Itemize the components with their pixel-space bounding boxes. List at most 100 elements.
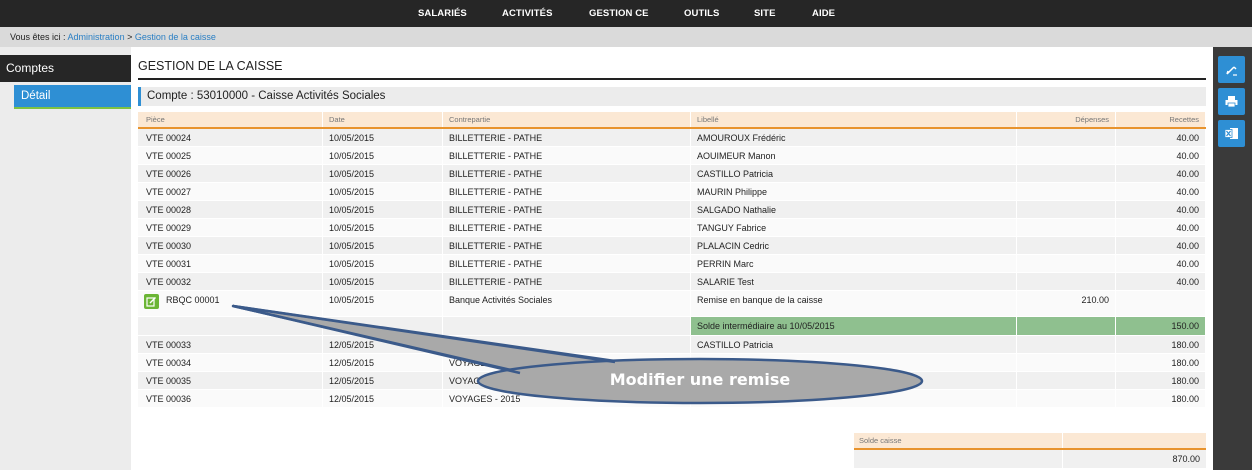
cell-recettes: 40.00 — [1116, 129, 1206, 146]
table-body-before: VTE 00024 10/05/2015 BILLETTERIE - PATHE AM… — [138, 129, 1206, 291]
cell-depenses — [1017, 255, 1116, 272]
cell-date: 10/05/2015 — [323, 255, 443, 272]
cell-date: 10/05/2015 — [323, 183, 443, 200]
solde-caisse-row: 870.00 — [854, 450, 1206, 468]
edit-remise-icon[interactable] — [144, 294, 159, 309]
cell-depenses — [1017, 390, 1116, 407]
remise-recettes — [1116, 291, 1206, 316]
column-header-recettes[interactable]: Recettes — [1116, 112, 1206, 127]
column-header-piece[interactable]: Pièce — [138, 112, 323, 127]
nav-item-aide[interactable]: AIDE — [812, 0, 835, 27]
print-button[interactable] — [1218, 88, 1245, 115]
top-navigation: SALARIÉS ACTIVITÉS GESTION CE OUTILS SIT… — [0, 0, 1252, 27]
cell-depenses — [1017, 372, 1116, 389]
solde-caisse-box: Solde caisse 870.00 — [854, 433, 1206, 468]
table-row[interactable]: VTE 00032 10/05/2015 BILLETTERIE - PATHE SA… — [138, 273, 1206, 291]
cell-recettes: 180.00 — [1116, 354, 1206, 371]
column-header-libelle[interactable]: Libellé — [691, 112, 1017, 127]
table-row[interactable]: VTE 00030 10/05/2015 BILLETTERIE - PATHE PL… — [138, 237, 1206, 255]
cell-depenses — [1017, 336, 1116, 353]
cell-date: 10/05/2015 — [323, 147, 443, 164]
breadcrumb-separator: > — [127, 32, 133, 42]
remise-libelle: Remise en banque de la caisse — [691, 291, 1017, 316]
cell-contrepartie: BILLETTERIE - PATHE — [443, 183, 691, 200]
title-divider — [138, 78, 1206, 80]
cell-date: 10/05/2015 — [323, 237, 443, 254]
right-toolbar — [1213, 47, 1252, 470]
page-title: GESTION DE LA CAISSE — [138, 59, 283, 73]
cell-contrepartie: VOYAGES - 2015 — [443, 390, 691, 407]
column-header-depenses[interactable]: Dépenses — [1017, 112, 1116, 127]
table-row[interactable]: VTE 00033 12/05/2015 CASTILLO Patricia 180.… — [138, 336, 1206, 354]
table-row[interactable]: VTE 00036 12/05/2015 VOYAGES - 2015 180.00 — [138, 390, 1206, 408]
table-row[interactable]: VTE 00024 10/05/2015 BILLETTERIE - PATHE AM… — [138, 129, 1206, 147]
cell-libelle: SALGADO Nathalie — [691, 201, 1017, 218]
cell-date: 12/05/2015 — [323, 390, 443, 407]
table-row[interactable]: VTE 00025 10/05/2015 BILLETTERIE - PATHE AO… — [138, 147, 1206, 165]
cell-libelle: AOUIMEUR Manon — [691, 147, 1017, 164]
cell-piece: VTE 00024 — [138, 129, 323, 146]
table-header: Pièce Date Contrepartie Libellé Dépenses… — [138, 112, 1206, 129]
table-row[interactable]: VTE 00026 10/05/2015 BILLETTERIE - PATHE CA… — [138, 165, 1206, 183]
cell-recettes: 40.00 — [1116, 201, 1206, 218]
cell-recettes: 40.00 — [1116, 255, 1206, 272]
cell-depenses — [1017, 354, 1116, 371]
table-row-remise[interactable]: RBQC 00001 10/05/2015 Banque Activités S… — [138, 291, 1206, 317]
cell-libelle — [691, 390, 1017, 407]
account-label: Compte : 53010000 - Caisse Activités Soc… — [138, 87, 1206, 106]
cell-libelle: PLALACIN Cedric — [691, 237, 1017, 254]
cell-date: 10/05/2015 — [323, 219, 443, 236]
remise-date: 10/05/2015 — [323, 291, 443, 316]
nav-item-salaries[interactable]: SALARIÉS — [418, 0, 467, 27]
cell-depenses — [1017, 165, 1116, 182]
breadcrumb-link-gestion-caisse[interactable]: Gestion de la caisse — [135, 32, 216, 42]
remise-depenses: 210.00 — [1017, 291, 1116, 316]
cell-libelle: PERRIN Marc — [691, 255, 1017, 272]
cell-piece: VTE 00031 — [138, 255, 323, 272]
cell-date: 12/05/2015 — [323, 354, 443, 371]
nav-item-outils[interactable]: OUTILS — [684, 0, 719, 27]
cell-libelle: SALARIE Test — [691, 273, 1017, 290]
cell-libelle: CASTILLO Patricia — [691, 336, 1017, 353]
cell-libelle: AMOUROUX Frédéric — [691, 129, 1017, 146]
cell-recettes: 180.00 — [1116, 336, 1206, 353]
solde-divider — [1062, 433, 1063, 448]
cell-recettes: 40.00 — [1116, 183, 1206, 200]
sidebar-item-detail[interactable]: Détail — [14, 85, 131, 109]
cell-libelle: MAURIN Philippe — [691, 183, 1017, 200]
cell-recettes: 40.00 — [1116, 165, 1206, 182]
cell-piece: VTE 00034 — [138, 354, 323, 371]
remise-contrepartie: Banque Activités Sociales — [443, 291, 691, 316]
nav-item-gestion-ce[interactable]: GESTION CE — [589, 0, 649, 27]
pencil-icon — [1226, 66, 1237, 76]
cell-libelle: TANGUY Fabrice — [691, 219, 1017, 236]
breadcrumb-link-administration[interactable]: Administration — [68, 32, 125, 42]
cell-date: 10/05/2015 — [323, 129, 443, 146]
nav-item-site[interactable]: SITE — [754, 0, 776, 27]
column-header-date[interactable]: Date — [323, 112, 443, 127]
sidebar-item-comptes[interactable]: Comptes — [0, 55, 131, 82]
solde-caisse-value: 870.00 — [1172, 454, 1200, 464]
callout-text: Modifier une remise — [609, 370, 791, 389]
table-row[interactable]: VTE 00027 10/05/2015 BILLETTERIE - PATHE MA… — [138, 183, 1206, 201]
column-header-contrepartie[interactable]: Contrepartie — [443, 112, 691, 127]
cell-contrepartie: BILLETTERIE - PATHE — [443, 273, 691, 290]
table-row[interactable]: VTE 00031 10/05/2015 BILLETTERIE - PATHE PE… — [138, 255, 1206, 273]
cell-piece: VTE 00028 — [138, 201, 323, 218]
edit-button[interactable] — [1218, 56, 1245, 83]
cell-recettes: 40.00 — [1116, 219, 1206, 236]
cell-contrepartie: BILLETTERIE - PATHE — [443, 219, 691, 236]
cell-date: 12/05/2015 — [323, 372, 443, 389]
cell-libelle — [691, 354, 1017, 371]
cell-contrepartie — [443, 336, 691, 353]
cell-contrepartie: BILLETTERIE - PATHE — [443, 201, 691, 218]
nav-item-activites[interactable]: ACTIVITÉS — [502, 0, 553, 27]
cell-recettes: 40.00 — [1116, 237, 1206, 254]
table-row[interactable]: VTE 00029 10/05/2015 BILLETTERIE - PATHE TA… — [138, 219, 1206, 237]
cell-depenses — [1017, 237, 1116, 254]
cell-date: 10/05/2015 — [323, 273, 443, 290]
cell-depenses — [1017, 129, 1116, 146]
excel-export-button[interactable] — [1218, 120, 1245, 147]
table-row[interactable]: VTE 00028 10/05/2015 BILLETTERIE - PATHE SA… — [138, 201, 1206, 219]
cell-date: 12/05/2015 — [323, 336, 443, 353]
